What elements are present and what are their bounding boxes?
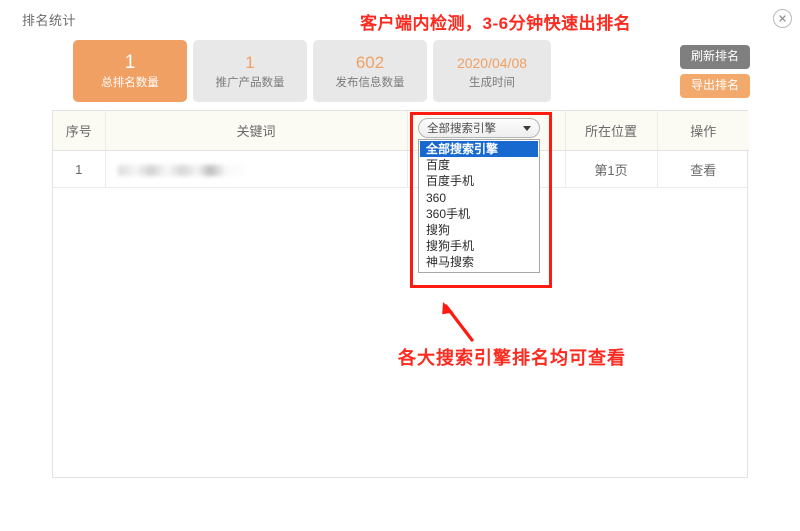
stat-value: 602 — [355, 53, 385, 72]
rank-table: 序号 关键词 所在位置 操作 1 第1页 查看 — [53, 111, 749, 188]
arrow-up-left-icon — [432, 300, 478, 347]
close-icon[interactable] — [773, 9, 792, 28]
header-index: 序号 — [53, 111, 106, 151]
bottom-annotation-text: 各大搜索引擎排名均可查看 — [398, 348, 626, 368]
search-engine-option-list[interactable]: 全部搜索引擎 百度 百度手机 360 360手机 搜狗 搜狗手机 神马搜索 — [418, 139, 540, 273]
action-button-group: 刷新排名 导出排名 — [679, 45, 750, 98]
rank-statistics-window: 排名统计 客户端内检测，3-6分钟快速出排名 1 总排名数量 1 推广产品数量 … — [0, 0, 800, 531]
search-engine-select[interactable]: 全部搜索引擎 全部搜索引擎 百度 百度手机 360 360手机 搜狗 搜狗手机 … — [418, 118, 540, 273]
stat-card-products[interactable]: 1 推广产品数量 — [193, 40, 307, 102]
refresh-rank-button[interactable]: 刷新排名 — [679, 45, 750, 69]
search-engine-select-box[interactable]: 全部搜索引擎 — [418, 118, 540, 138]
arrow-glyph — [442, 302, 474, 342]
stat-label: 发布信息数量 — [335, 77, 405, 89]
option-shenma[interactable]: 神马搜索 — [420, 254, 538, 270]
export-rank-button[interactable]: 导出排名 — [679, 74, 750, 98]
option-baidu[interactable]: 百度 — [420, 157, 538, 173]
stat-value: 1 — [124, 52, 136, 73]
stat-card-row: 1 总排名数量 1 推广产品数量 602 发布信息数量 2020/04/08 生… — [73, 40, 551, 102]
rank-table-container: 序号 关键词 所在位置 操作 1 第1页 查看 — [52, 110, 749, 478]
option-sogou-mobile[interactable]: 搜狗手机 — [420, 238, 538, 254]
option-360[interactable]: 360 — [420, 190, 538, 206]
redacted-keyword — [117, 164, 246, 176]
stat-card-total-rank[interactable]: 1 总排名数量 — [73, 40, 187, 102]
stat-label: 总排名数量 — [101, 77, 159, 89]
stat-label: 生成时间 — [469, 77, 515, 89]
stat-card-generated-time[interactable]: 2020/04/08 生成时间 — [433, 40, 551, 102]
view-link[interactable]: 查看 — [690, 163, 716, 178]
stat-label: 推广产品数量 — [215, 77, 285, 89]
option-all-engines[interactable]: 全部搜索引擎 — [420, 141, 538, 158]
page-title: 排名统计 — [22, 13, 77, 28]
chevron-down-icon — [523, 125, 531, 131]
close-x-glyph — [779, 15, 786, 22]
header-action: 操作 — [657, 111, 749, 151]
stat-value: 2020/04/08 — [456, 55, 528, 71]
cell-action: 查看 — [657, 150, 749, 188]
table-row[interactable]: 1 第1页 查看 — [53, 150, 749, 188]
option-baidu-mobile[interactable]: 百度手机 — [420, 173, 538, 189]
option-sogou[interactable]: 搜狗 — [420, 222, 538, 238]
cell-position: 第1页 — [565, 150, 658, 188]
stat-card-published[interactable]: 602 发布信息数量 — [313, 40, 427, 102]
top-annotation-text: 客户端内检测，3-6分钟快速出排名 — [360, 14, 632, 33]
cell-index: 1 — [53, 150, 106, 188]
search-engine-selected-value: 全部搜索引擎 — [427, 123, 496, 135]
cell-keyword — [105, 150, 408, 188]
header-position: 所在位置 — [565, 111, 658, 151]
table-header-row: 序号 关键词 所在位置 操作 — [53, 111, 749, 151]
stat-value: 1 — [245, 53, 255, 72]
header-keyword: 关键词 — [105, 111, 408, 151]
option-360-mobile[interactable]: 360手机 — [420, 206, 538, 222]
